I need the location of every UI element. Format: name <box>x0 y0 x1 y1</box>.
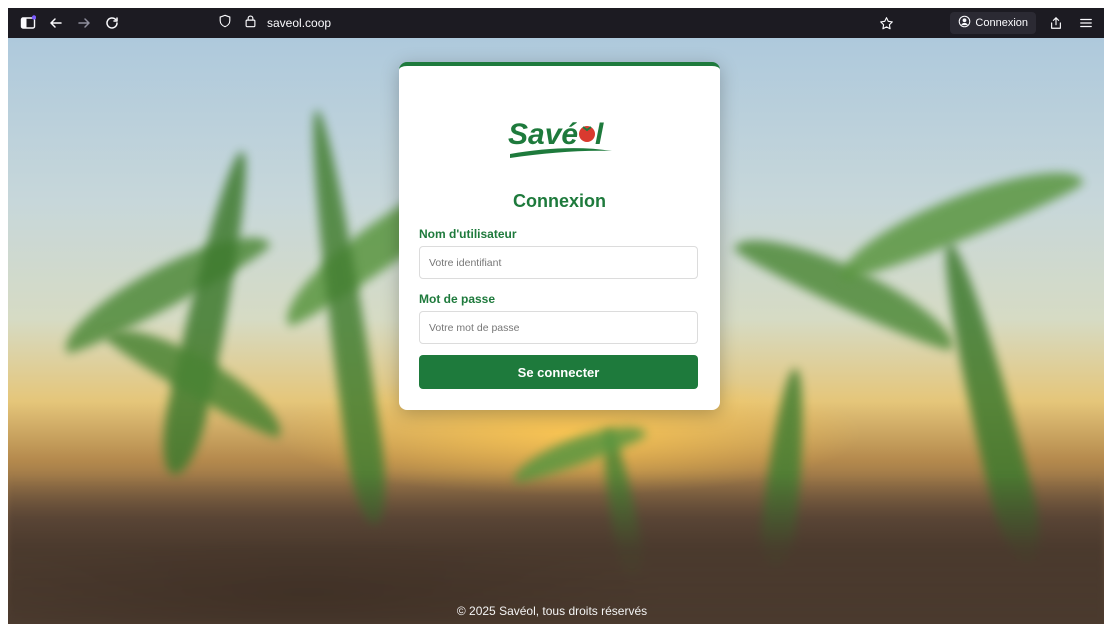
reload-icon[interactable] <box>100 11 124 35</box>
share-icon[interactable] <box>1046 12 1066 34</box>
svg-text:Savé: Savé <box>508 118 578 151</box>
saveol-logo: Savé l <box>399 110 720 166</box>
lock-icon[interactable] <box>244 14 257 33</box>
login-card: Savé l Connexion Nom d'utilisateur Mot d… <box>399 62 720 410</box>
account-button[interactable]: Connexion <box>950 12 1036 34</box>
password-label: Mot de passe <box>419 292 496 306</box>
account-icon <box>958 15 971 31</box>
background-leaf <box>154 147 262 479</box>
password-input[interactable] <box>419 311 698 344</box>
menu-icon[interactable] <box>1076 12 1096 34</box>
tomato-icon <box>578 126 595 142</box>
url-text[interactable]: saveol.coop <box>267 16 331 30</box>
username-input[interactable] <box>419 246 698 279</box>
browser-toolbar: saveol.coop Connexion <box>8 8 1104 38</box>
username-label: Nom d'utilisateur <box>419 227 517 241</box>
forward-arrow-icon[interactable] <box>72 11 96 35</box>
bookmark-star-icon[interactable] <box>874 11 898 35</box>
logo-graphic: Savé l <box>508 118 612 158</box>
footer-copyright: © 2025 Savéol, tous droits réservés <box>456 604 648 618</box>
login-button[interactable]: Se connecter <box>419 355 698 389</box>
sidebar-toggle-icon[interactable] <box>16 11 40 35</box>
soil <box>8 474 1104 624</box>
back-arrow-icon[interactable] <box>44 11 68 35</box>
page-title: Connexion <box>513 191 606 211</box>
svg-text:l: l <box>595 118 604 151</box>
address-bar[interactable]: saveol.coop <box>218 8 331 38</box>
background-leaf <box>52 216 274 360</box>
background-leaf <box>298 107 394 529</box>
account-label: Connexion <box>975 17 1028 29</box>
shield-icon[interactable] <box>218 14 232 33</box>
